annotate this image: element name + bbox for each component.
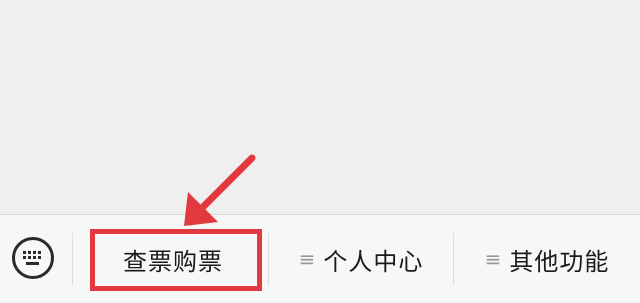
menu-item-personal-center[interactable]: ≡ 个人中心 xyxy=(269,215,453,303)
menu-item-label: 个人中心 xyxy=(323,247,424,276)
menu-bar: 查票购票 ≡ 个人中心 ≡ 其他功能 xyxy=(0,214,640,302)
keyboard-toggle-button[interactable] xyxy=(12,237,54,279)
highlight-box xyxy=(90,229,262,291)
chat-area xyxy=(0,0,640,214)
menu-lines-icon: ≡ xyxy=(484,247,502,271)
menu-item-label: 其他功能 xyxy=(509,247,610,276)
keyboard-icon xyxy=(23,251,41,265)
divider xyxy=(72,233,73,285)
menu-lines-icon: ≡ xyxy=(298,247,316,271)
menu-item-other-functions[interactable]: ≡ 其他功能 xyxy=(454,215,640,303)
